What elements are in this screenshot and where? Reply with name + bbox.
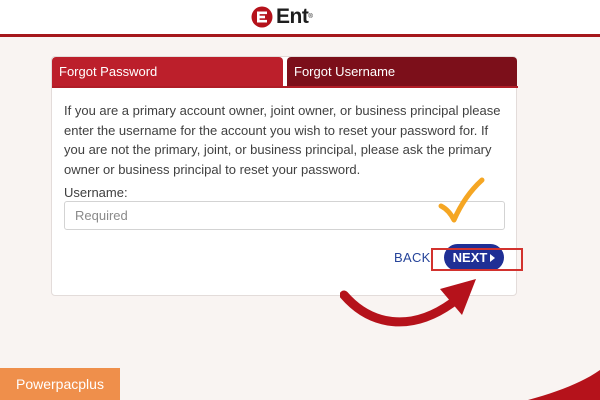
logo-text: Ent [276, 5, 309, 28]
tab-bar: Forgot Password Forgot Username [52, 57, 518, 86]
next-highlight-box [431, 248, 523, 271]
watermark-label: Powerpacplus [0, 368, 120, 400]
ent-logo-icon [251, 6, 273, 28]
instructions-text: If you are a primary account owner, join… [64, 103, 501, 177]
tab-forgot-password[interactable]: Forgot Password [52, 57, 283, 86]
ent-logo[interactable]: Ent ® [251, 5, 313, 28]
checkmark-icon [438, 177, 485, 223]
top-bar: Ent ® [0, 0, 600, 37]
logo-trademark: ® [308, 14, 313, 20]
back-button[interactable]: BACK [394, 250, 431, 265]
username-label: Username: [64, 185, 128, 200]
tab-underline [52, 86, 518, 88]
corner-decoration [528, 370, 600, 400]
tab-forgot-username[interactable]: Forgot Username [287, 57, 517, 86]
curved-arrow-icon [340, 279, 476, 327]
